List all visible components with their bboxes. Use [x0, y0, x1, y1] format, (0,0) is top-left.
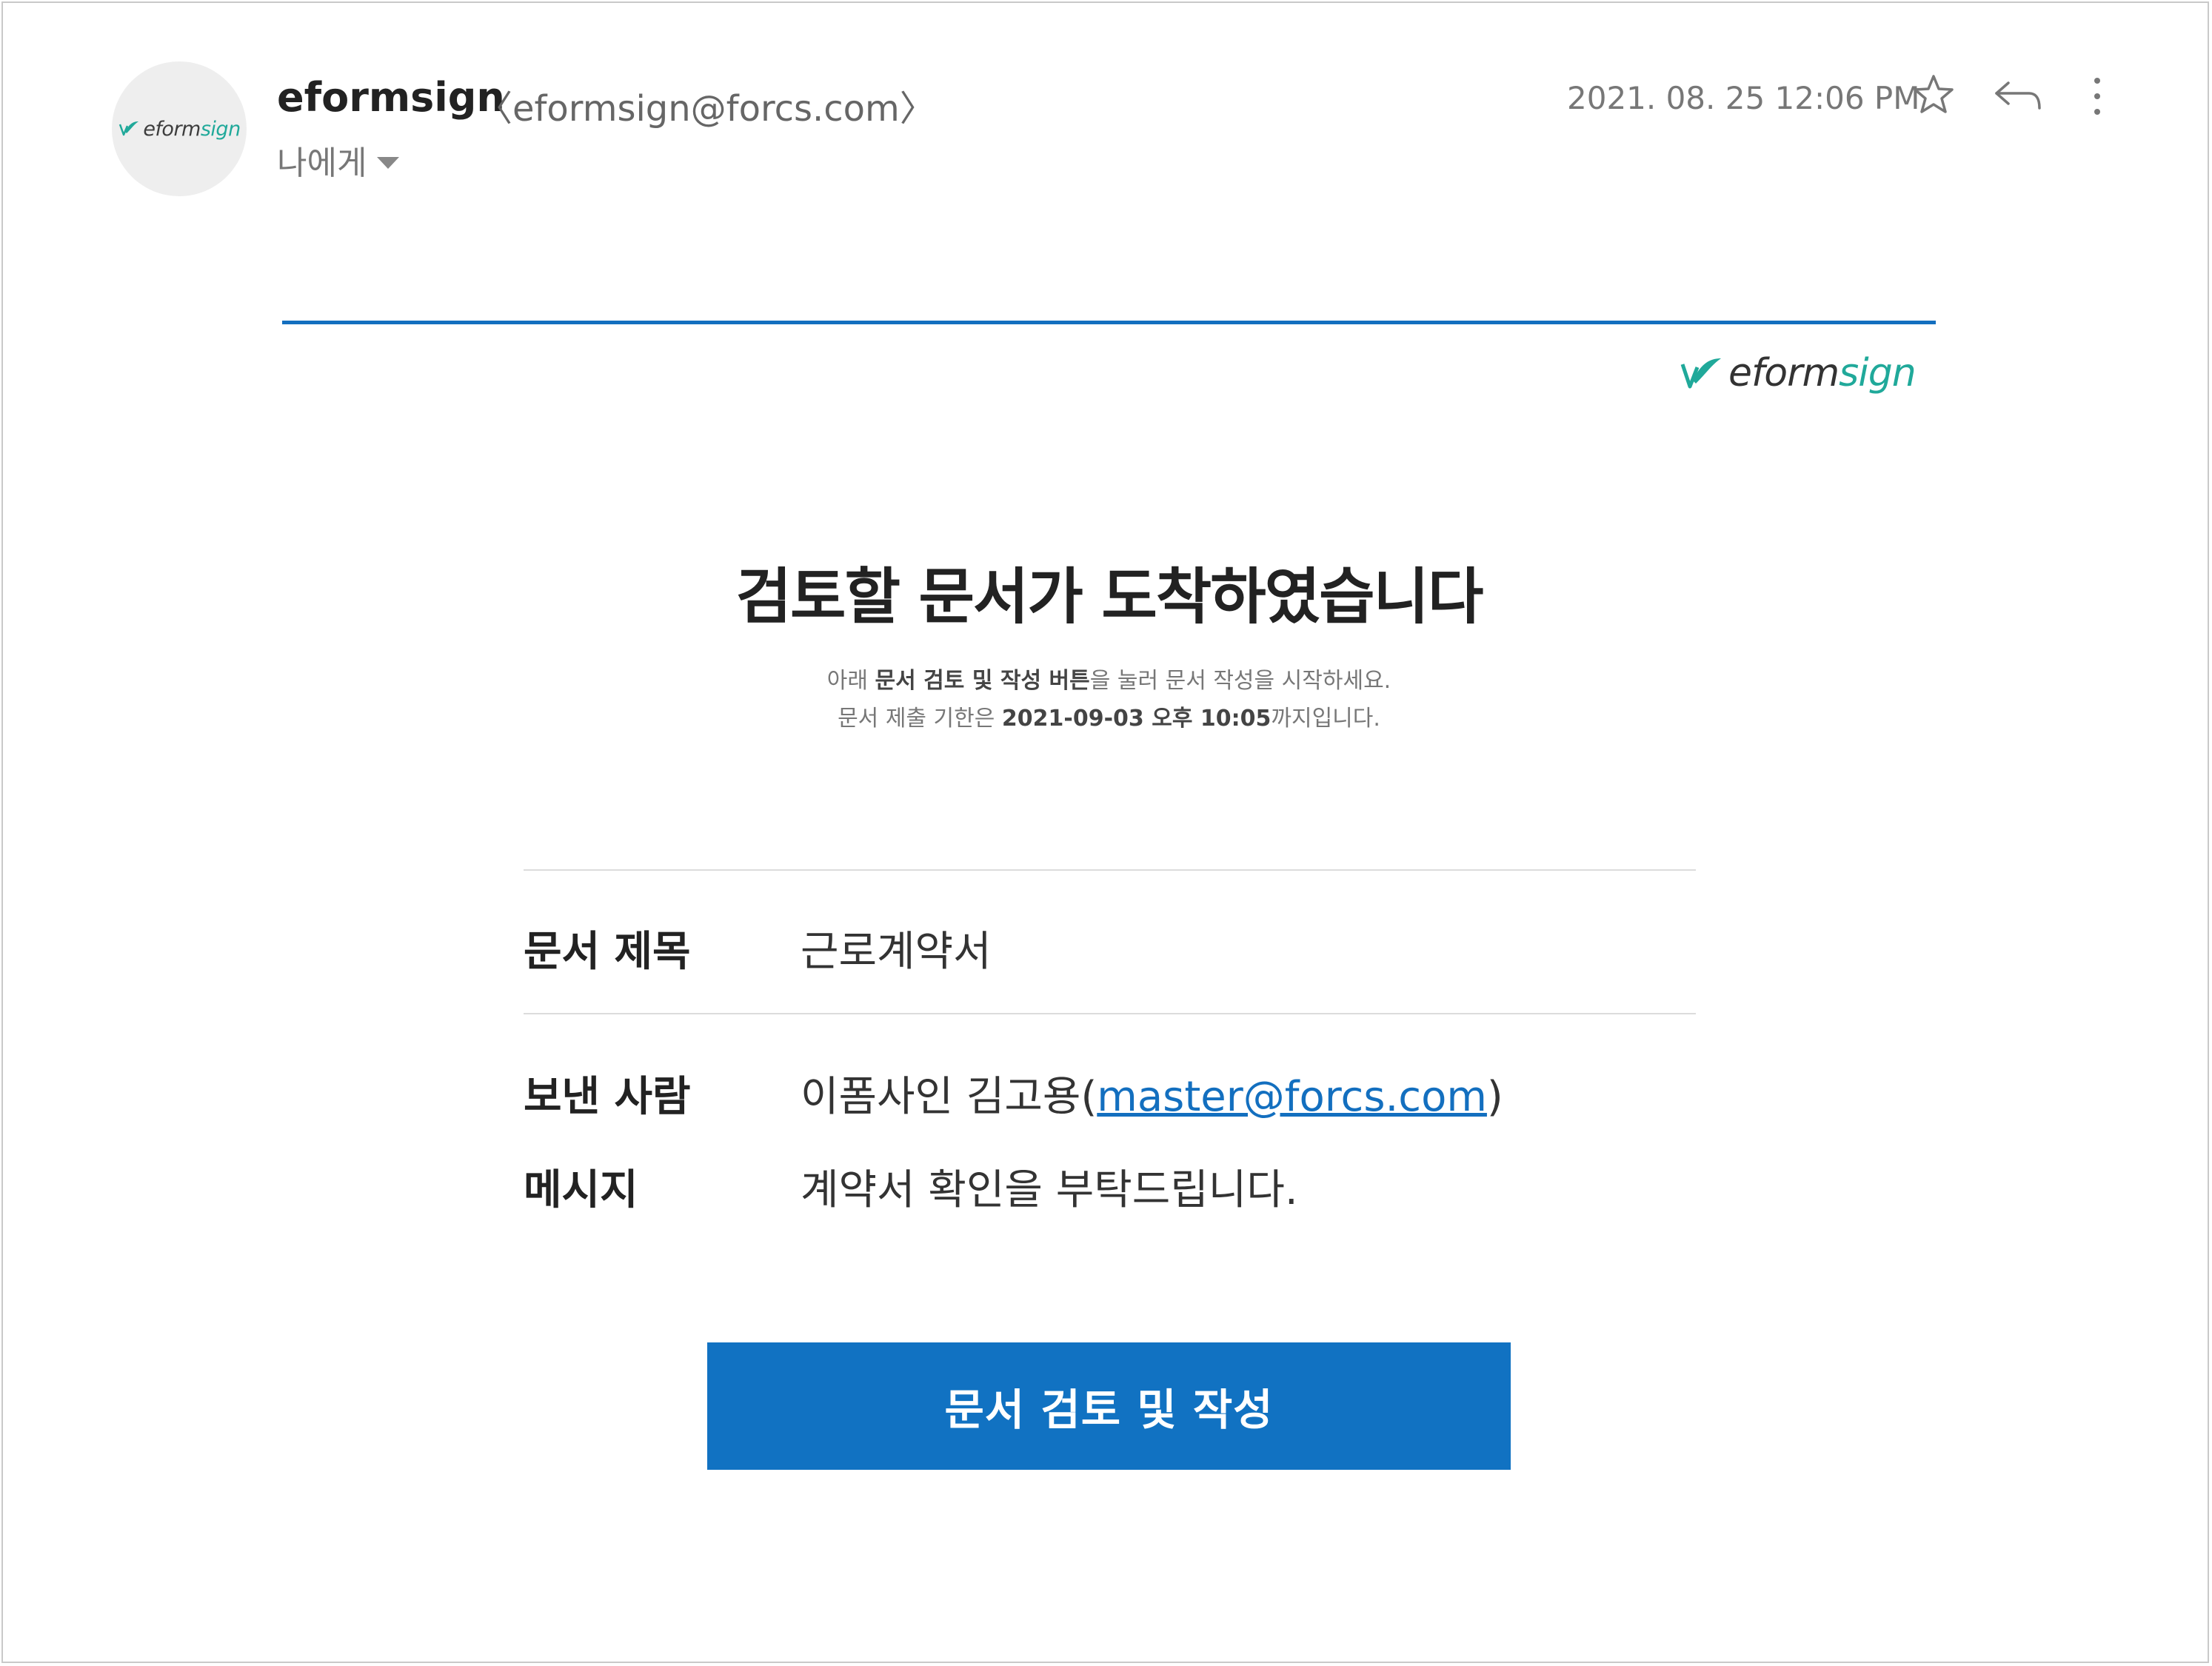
chevron-down-icon	[377, 157, 400, 169]
review-and-write-button[interactable]: 문서 검토 및 작성	[707, 1342, 1511, 1470]
recipient-label: 나에게	[277, 144, 367, 182]
more-vertical-icon	[2094, 78, 2100, 115]
document-title-value: 근로계약서	[801, 928, 992, 976]
document-title-label: 문서 제목	[524, 928, 691, 976]
eformsign-logo-icon	[119, 121, 139, 136]
star-button[interactable]	[1911, 71, 1957, 117]
sender-value: 이폼사인 김고용(master@forcs.com)	[801, 1073, 1503, 1121]
sender-email-link[interactable]: master@forcs.com	[1097, 1073, 1487, 1121]
avatar-logo: eformsign	[118, 117, 241, 141]
email-window: eformsign eformsign 〈eformsign@forcs.com…	[1, 1, 2209, 1663]
reply-icon	[1995, 81, 2041, 110]
email-date: 2021. 08. 25 12:06 PM	[1567, 80, 1920, 116]
more-options-button[interactable]	[2082, 73, 2112, 120]
brand-wordmark: eformsign	[1728, 351, 1917, 395]
sender-avatar: eformsign	[112, 61, 247, 196]
header-divider	[282, 321, 1936, 324]
reply-button[interactable]	[1992, 74, 2044, 118]
star-icon	[1914, 75, 1954, 113]
message-label: 메시지	[524, 1166, 638, 1214]
sender-label: 보낸 사람	[524, 1073, 691, 1121]
field-divider	[524, 869, 1696, 871]
deadline-line: 문서 제출 기한은 2021-09-03 오후 10:05까지입니다.	[838, 706, 1380, 732]
sender-name: eformsign	[277, 74, 505, 121]
avatar-wordmark: eformsign	[143, 117, 241, 141]
sender-address: 〈eformsign@forcs.com〉	[477, 88, 935, 130]
field-divider	[524, 1013, 1696, 1014]
eformsign-logo-icon	[1680, 358, 1721, 389]
message-value: 계약서 확인을 부탁드립니다.	[801, 1166, 1298, 1214]
brand-logo: eformsign	[1678, 351, 1917, 395]
instruction-line: 아래 문서 검토 및 작성 버튼을 눌러 문서 작성을 시작하세요.	[826, 668, 1391, 694]
email-headline: 검토할 문서가 도착하였습니다	[735, 562, 1484, 632]
recipient-dropdown[interactable]: 나에게	[277, 136, 400, 184]
